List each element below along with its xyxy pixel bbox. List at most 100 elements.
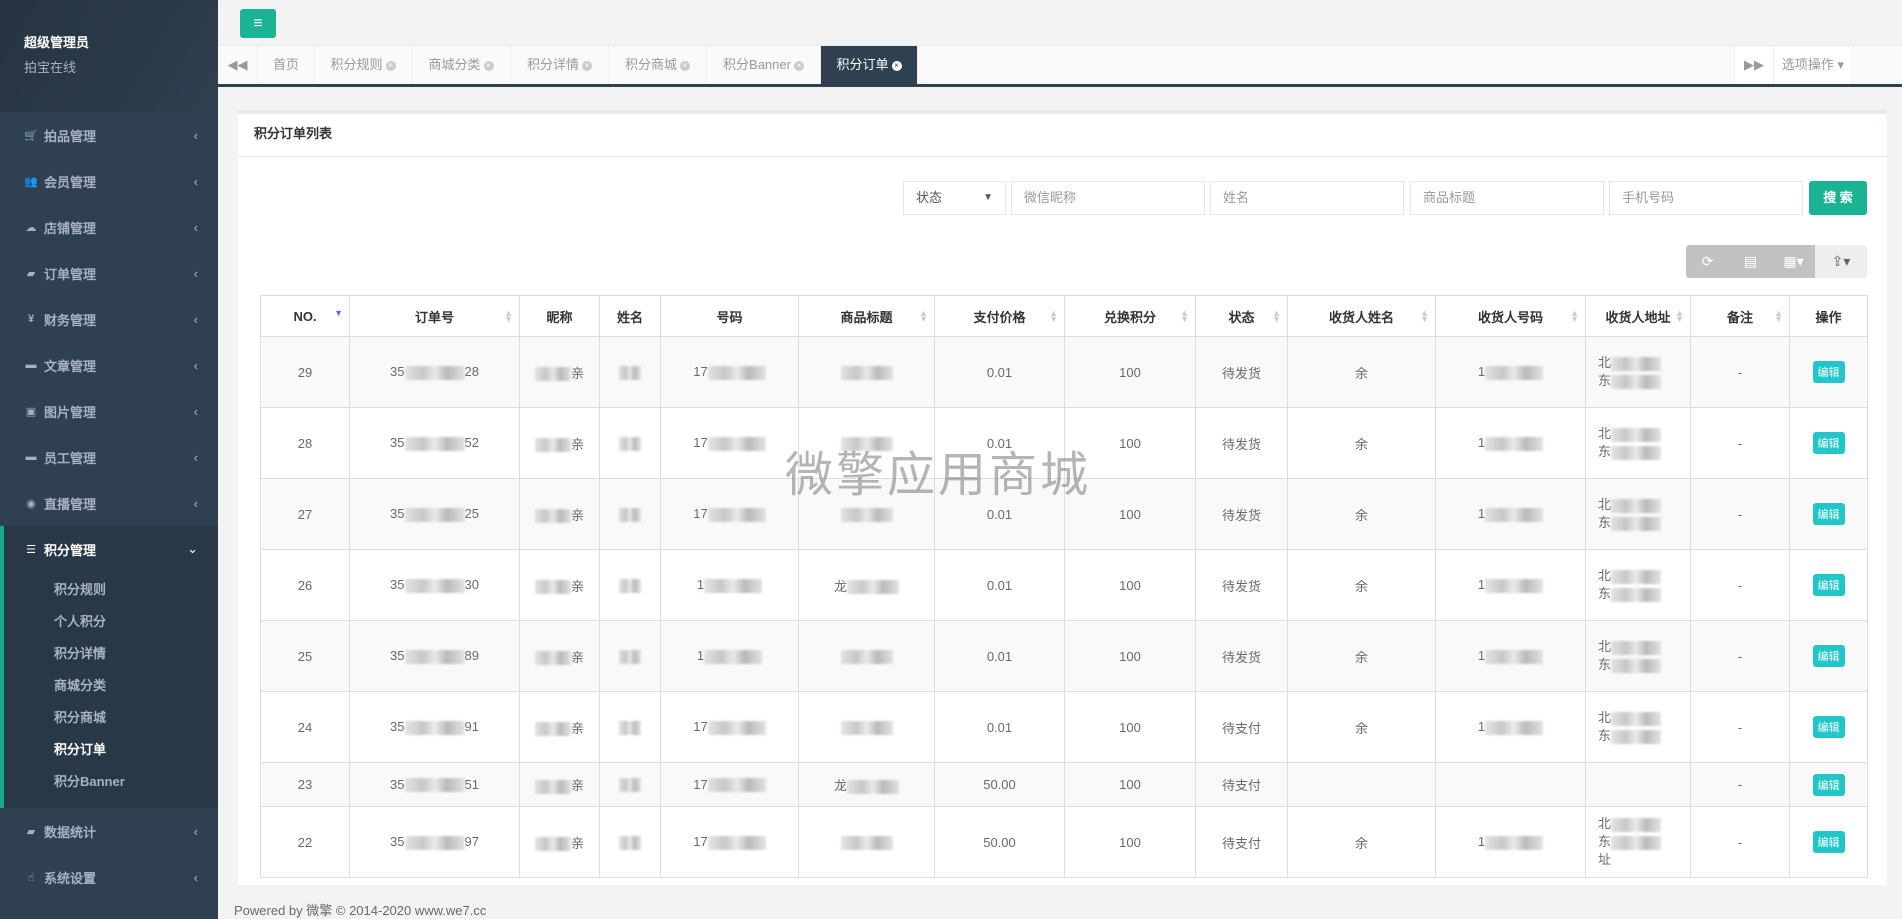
edit-button[interactable]: 编辑 [1812,831,1845,853]
tab-item[interactable]: 积分订单 × [821,46,918,84]
sidebar-item[interactable]: ▣ 图片管理 ‹ [0,388,218,434]
redacted-text [619,778,641,793]
tab-item[interactable]: 积分Banner × [707,46,821,84]
submenu-item[interactable]: 个人积分 [4,604,218,636]
submenu-item[interactable]: 积分规则 [4,572,218,604]
column-header[interactable]: 收货人地址 ▲ ▼ [1585,295,1691,337]
cell-text: 余 [1354,436,1368,452]
column-header[interactable]: 操作 [1789,295,1868,337]
tab-item[interactable]: 积分规则 × [315,46,412,84]
table-cell: 余 [1287,691,1436,763]
close-icon[interactable]: × [793,60,804,71]
sidebar-item[interactable]: 👥 会员管理 ‹ [0,158,218,204]
product-title-input[interactable]: 商品标题 [1410,181,1604,215]
table-cell: 35 28 [349,336,520,408]
table-cell: 17 [660,336,799,408]
chevron-left-icon: ‹ [193,403,198,419]
address: 北东 [1586,567,1690,603]
export-icon[interactable]: ⇪▾ [1815,245,1867,278]
sidebar-item[interactable]: ▰ 订单管理 ‹ [0,250,218,296]
submenu-item[interactable]: 积分商城 [4,700,218,732]
sidebar-item[interactable]: ▰ 数据统计 ‹ [0,808,218,854]
column-header-label: 收货人地址 [1605,309,1671,325]
redacted-text [1611,569,1662,584]
wechat-nickname-input[interactable]: 微信昵称 [1011,181,1205,215]
redacted-text [1485,578,1544,593]
tab-item[interactable]: 首页 [258,46,315,84]
table-cell: 22 [260,806,350,878]
submenu-item[interactable]: 积分Banner [4,764,218,796]
tab-scroll-left-icon[interactable]: ◀◀ [218,46,258,84]
menu-toggle-button[interactable]: ≡ [240,9,276,38]
user-name[interactable]: 超级管理员 [24,32,218,51]
list-view-icon[interactable]: ▤ [1729,245,1772,278]
status-select[interactable]: 状态 ▼ [903,181,1006,215]
tab-item[interactable]: 积分详情 × [511,46,609,84]
table-row: 25 35 89 亲 1 0.01 100 待发货 余 1 北东 - 编辑 [260,620,1868,692]
nav-menu: 🛒 拍品管理 ‹ 👥 会员管理 ‹ ☁ 店铺管理 ‹ ▰ 订单管理 ‹ ¥ 财务管理 ‹ ▬ 文章管理 ‹ ▣ 图片管… [0,112,218,900]
column-header[interactable]: 收货人号码 ▲ ▼ [1435,295,1586,337]
table-cell: - [1690,620,1790,692]
sidebar-item[interactable]: ◉ 直播管理 ‹ [0,480,218,526]
redacted-text [840,720,893,735]
sidebar-item[interactable]: ¥ 财务管理 ‹ [0,296,218,342]
sidebar-item[interactable]: 🛒 拍品管理 ‹ [0,112,218,158]
column-header[interactable]: 兑换积分 ▲ ▼ [1064,295,1196,337]
chevron-left-icon: ‹ [193,823,198,839]
column-header[interactable]: 收货人姓名 ▲ ▼ [1287,295,1436,337]
column-header[interactable]: 商品标题 ▲ ▼ [798,295,935,337]
chevron-down-icon: ▼ [983,192,993,203]
sidebar-item-active[interactable]: ☰ 积分管理 ⌄ [4,526,218,572]
cell-text: 17 [693,834,708,850]
sort-icon: ▲ ▼ [1180,308,1189,324]
column-header[interactable]: 昵称 [519,295,600,337]
phone-input[interactable]: 手机号码 [1609,181,1803,215]
submenu-item[interactable]: 商城分类 [4,668,218,700]
name-input[interactable]: 姓名 [1210,181,1404,215]
close-icon[interactable]: × [483,60,494,71]
redacted-text [619,835,641,850]
edit-button[interactable]: 编辑 [1812,773,1845,796]
sidebar-item[interactable]: ▬ 员工管理 ‹ [0,434,218,480]
close-icon[interactable]: × [891,60,902,71]
table-cell [599,806,661,878]
columns-icon[interactable]: ▦▾ [1772,245,1815,278]
search-button[interactable]: 搜 索 [1809,181,1867,215]
refresh-icon[interactable]: ⟳ [1686,245,1729,278]
redacted-text [840,649,893,664]
edit-button[interactable]: 编辑 [1812,432,1845,454]
sidebar-item[interactable]: ▬ 文章管理 ‹ [0,342,218,388]
redacted-text [404,778,465,793]
redacted-text [534,438,571,453]
edit-button[interactable]: 编辑 [1812,645,1845,667]
tab-scroll-right-icon[interactable]: ▶▶ [1734,46,1774,84]
edit-button[interactable]: 编辑 [1812,716,1845,738]
cell-text: 100 [1119,506,1141,522]
redacted-text [707,778,766,793]
table-cell: 北东 [1585,336,1691,408]
column-header[interactable]: 号码 [660,295,799,337]
sidebar-item[interactable]: ☁ 店铺管理 ‹ [0,204,218,250]
column-header[interactable]: 姓名 [599,295,661,337]
tab-item[interactable]: 商城分类 × [412,46,511,84]
submenu-item[interactable]: 积分订单 [4,732,218,764]
table-cell: 100 [1064,806,1196,878]
laptop-icon: ▬ [25,359,37,371]
tab-options-dropdown[interactable]: 选项操作 ▾ [1774,46,1853,84]
sidebar-item-label: 会员管理 [44,174,97,190]
close-icon[interactable]: × [385,60,396,71]
edit-button[interactable]: 编辑 [1812,503,1845,525]
table-cell: 0.01 [934,691,1065,763]
edit-button[interactable]: 编辑 [1812,574,1845,596]
column-header[interactable]: 状态 ▲ ▼ [1195,295,1288,337]
tab-item[interactable]: 积分商城 × [609,46,707,84]
column-header[interactable]: 订单号 ▲ ▼ [349,295,520,337]
sidebar-item[interactable]: ☝ 系统设置 ‹ [0,854,218,900]
close-icon[interactable]: × [582,60,592,71]
column-header[interactable]: NO. ▼ [260,295,350,337]
column-header[interactable]: 支付价格 ▲ ▼ [934,295,1065,337]
close-icon[interactable]: × [680,60,690,71]
edit-button[interactable]: 编辑 [1812,361,1845,383]
column-header[interactable]: 备注 ▲ ▼ [1690,295,1790,337]
submenu-item[interactable]: 积分详情 [4,636,218,668]
